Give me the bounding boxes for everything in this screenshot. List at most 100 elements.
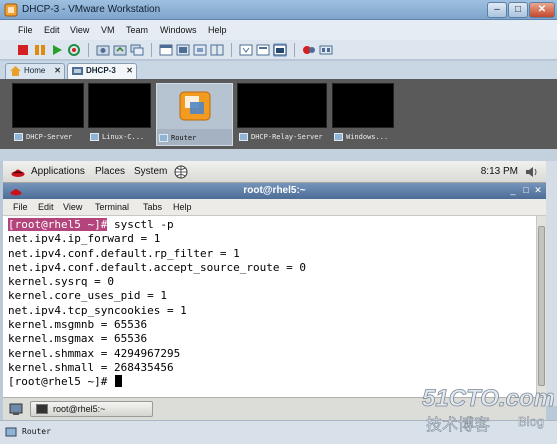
terminal-command: sysctl -p — [107, 218, 174, 231]
vm-icon — [334, 133, 343, 141]
gnome-top-panel: Applications Places System 8:13 PM — [3, 161, 546, 183]
thumbnail-screen — [332, 83, 394, 128]
toolbar-separator — [294, 43, 295, 57]
terminal-menu-file[interactable]: File — [13, 202, 28, 212]
power-off-icon[interactable] — [16, 43, 30, 57]
tab-home-label: Home — [24, 66, 46, 75]
vmware-logo-icon — [179, 91, 211, 121]
tab-dhcp-3-label: DHCP-3 — [86, 66, 116, 75]
snapshot-manager-icon[interactable] — [130, 43, 144, 57]
view-appliance-icon[interactable] — [256, 43, 270, 57]
menu-team[interactable]: Team — [126, 25, 148, 35]
close-tab-icon[interactable]: ✕ — [126, 64, 133, 78]
scrollbar-thumb[interactable] — [538, 226, 545, 386]
unity-icon[interactable] — [193, 43, 207, 57]
terminal-maximize-button[interactable]: □ — [520, 185, 532, 197]
toolbar-separator — [231, 43, 232, 57]
places-menu[interactable]: Places — [95, 166, 125, 177]
menu-vm[interactable]: VM — [101, 25, 115, 35]
vmware-app-icon — [4, 3, 18, 17]
thumbnail-label: DHCP-Relay-Server — [251, 133, 323, 141]
terminal-menu-view[interactable]: View — [63, 202, 82, 212]
terminal-minimize-button[interactable]: _ — [507, 185, 519, 197]
show-desktop-icon[interactable] — [9, 402, 23, 416]
output-line: kernel.msgmnb = 65536 — [8, 318, 148, 332]
terminal-menu-tabs[interactable]: Tabs — [143, 202, 162, 212]
terminal-last-prompt: [root@rhel5 ~]# — [8, 375, 114, 389]
terminal-scrollbar[interactable] — [536, 216, 546, 397]
vm-icon — [239, 133, 248, 141]
view-summary-icon[interactable] — [239, 43, 253, 57]
menu-help[interactable]: Help — [208, 25, 227, 35]
thumbnail-label: Linux-C... — [102, 133, 145, 141]
vm-thumbnail-strip: DHCP-Server Linux-C... Router DHCP-Relay… — [0, 79, 557, 149]
quick-switch-icon[interactable] — [210, 43, 224, 57]
show-console-icon[interactable] — [159, 43, 173, 57]
panel-clock[interactable]: 8:13 PM — [481, 166, 518, 177]
output-line: kernel.core_uses_pid = 1 — [8, 289, 167, 303]
terminal-menu-help[interactable]: Help — [173, 202, 192, 212]
power-on-icon[interactable] — [50, 43, 64, 57]
menu-edit[interactable]: Edit — [44, 25, 60, 35]
terminal-menubar: File Edit View Terminal Tabs Help — [3, 199, 546, 216]
thumbnail-windows[interactable]: Windows... — [332, 83, 394, 146]
web-browser-icon[interactable] — [174, 165, 188, 179]
thumbnail-view-icon[interactable] — [319, 43, 333, 57]
menu-windows[interactable]: Windows — [160, 25, 197, 35]
view-console-icon[interactable] — [273, 43, 287, 57]
terminal-cursor — [114, 375, 122, 388]
menu-view[interactable]: View — [70, 25, 89, 35]
thumbnail-screen — [237, 83, 327, 128]
output-line: net.ipv4.tcp_syncookies = 1 — [8, 303, 187, 317]
prompt-line: [root@rhel5 ~]# — [8, 375, 536, 389]
terminal-icon — [36, 404, 48, 414]
tab-home[interactable]: Home ✕ — [5, 63, 65, 79]
toolbar-separator — [88, 43, 89, 57]
close-tab-icon[interactable]: ✕ — [54, 64, 61, 78]
thumbnail-label: Windows... — [346, 133, 389, 141]
terminal-menu-terminal[interactable]: Terminal — [95, 202, 129, 212]
thumbnail-dhcp-server[interactable]: DHCP-Server — [12, 83, 84, 146]
taskbar-terminal-button[interactable]: root@rhel5:~ — [30, 401, 153, 417]
vm-icon — [14, 133, 23, 141]
terminal-title: root@rhel5:~ — [243, 185, 306, 196]
thumbnail-dhcp-relay-server[interactable]: DHCP-Relay-Server — [237, 83, 327, 146]
menu-file[interactable]: File — [18, 25, 33, 35]
terminal-close-button[interactable]: ✕ — [532, 185, 544, 197]
taskbar-label: root@rhel5:~ — [53, 404, 106, 414]
home-icon — [10, 66, 21, 76]
revert-snapshot-icon[interactable] — [113, 43, 127, 57]
pause-icon[interactable] — [33, 43, 47, 57]
terminal-titlebar[interactable]: root@rhel5:~ _ □ ✕ — [3, 183, 546, 199]
applications-menu[interactable]: Applications — [31, 166, 85, 177]
reset-icon[interactable] — [67, 43, 81, 57]
system-menu[interactable]: System — [134, 166, 167, 177]
full-screen-icon[interactable] — [176, 43, 190, 57]
thumbnail-label: Router — [171, 134, 197, 142]
snapshot-icon[interactable] — [96, 43, 110, 57]
terminal-menu-edit[interactable]: Edit — [38, 202, 54, 212]
toolbar — [0, 40, 557, 60]
thumbnail-bar-icon[interactable] — [302, 43, 316, 57]
vm-icon — [72, 67, 83, 75]
terminal-output[interactable]: [root@rhel5 ~]# sysctl -p net.ipv4.ip_fo… — [3, 216, 536, 397]
output-line: kernel.sysrq = 0 — [8, 275, 114, 289]
redhat-icon[interactable] — [11, 165, 25, 179]
window-titlebar[interactable]: DHCP-3 - VMware Workstation – □ ✕ — [0, 0, 557, 20]
window-edge — [546, 161, 557, 406]
output-line: net.ipv4.conf.default.accept_source_rout… — [8, 260, 307, 274]
thumbnail-linux-c[interactable]: Linux-C... — [88, 83, 151, 146]
tab-dhcp-3[interactable]: DHCP-3 ✕ — [67, 63, 137, 79]
minimize-button[interactable]: – — [487, 2, 507, 18]
thumbnail-screen — [12, 83, 84, 128]
status-bar: Router — [0, 420, 557, 444]
volume-icon[interactable] — [524, 165, 538, 179]
thumbnail-router[interactable]: Router — [156, 83, 233, 146]
output-line: kernel.shmall = 268435456 — [8, 360, 174, 374]
status-label: Router — [22, 427, 51, 436]
output-line: kernel.msgmax = 65536 — [8, 332, 148, 346]
maximize-button[interactable]: □ — [508, 2, 528, 18]
close-button[interactable]: ✕ — [529, 2, 555, 18]
thumbnail-label: DHCP-Server — [26, 133, 73, 141]
thumbnail-screen — [157, 84, 232, 129]
